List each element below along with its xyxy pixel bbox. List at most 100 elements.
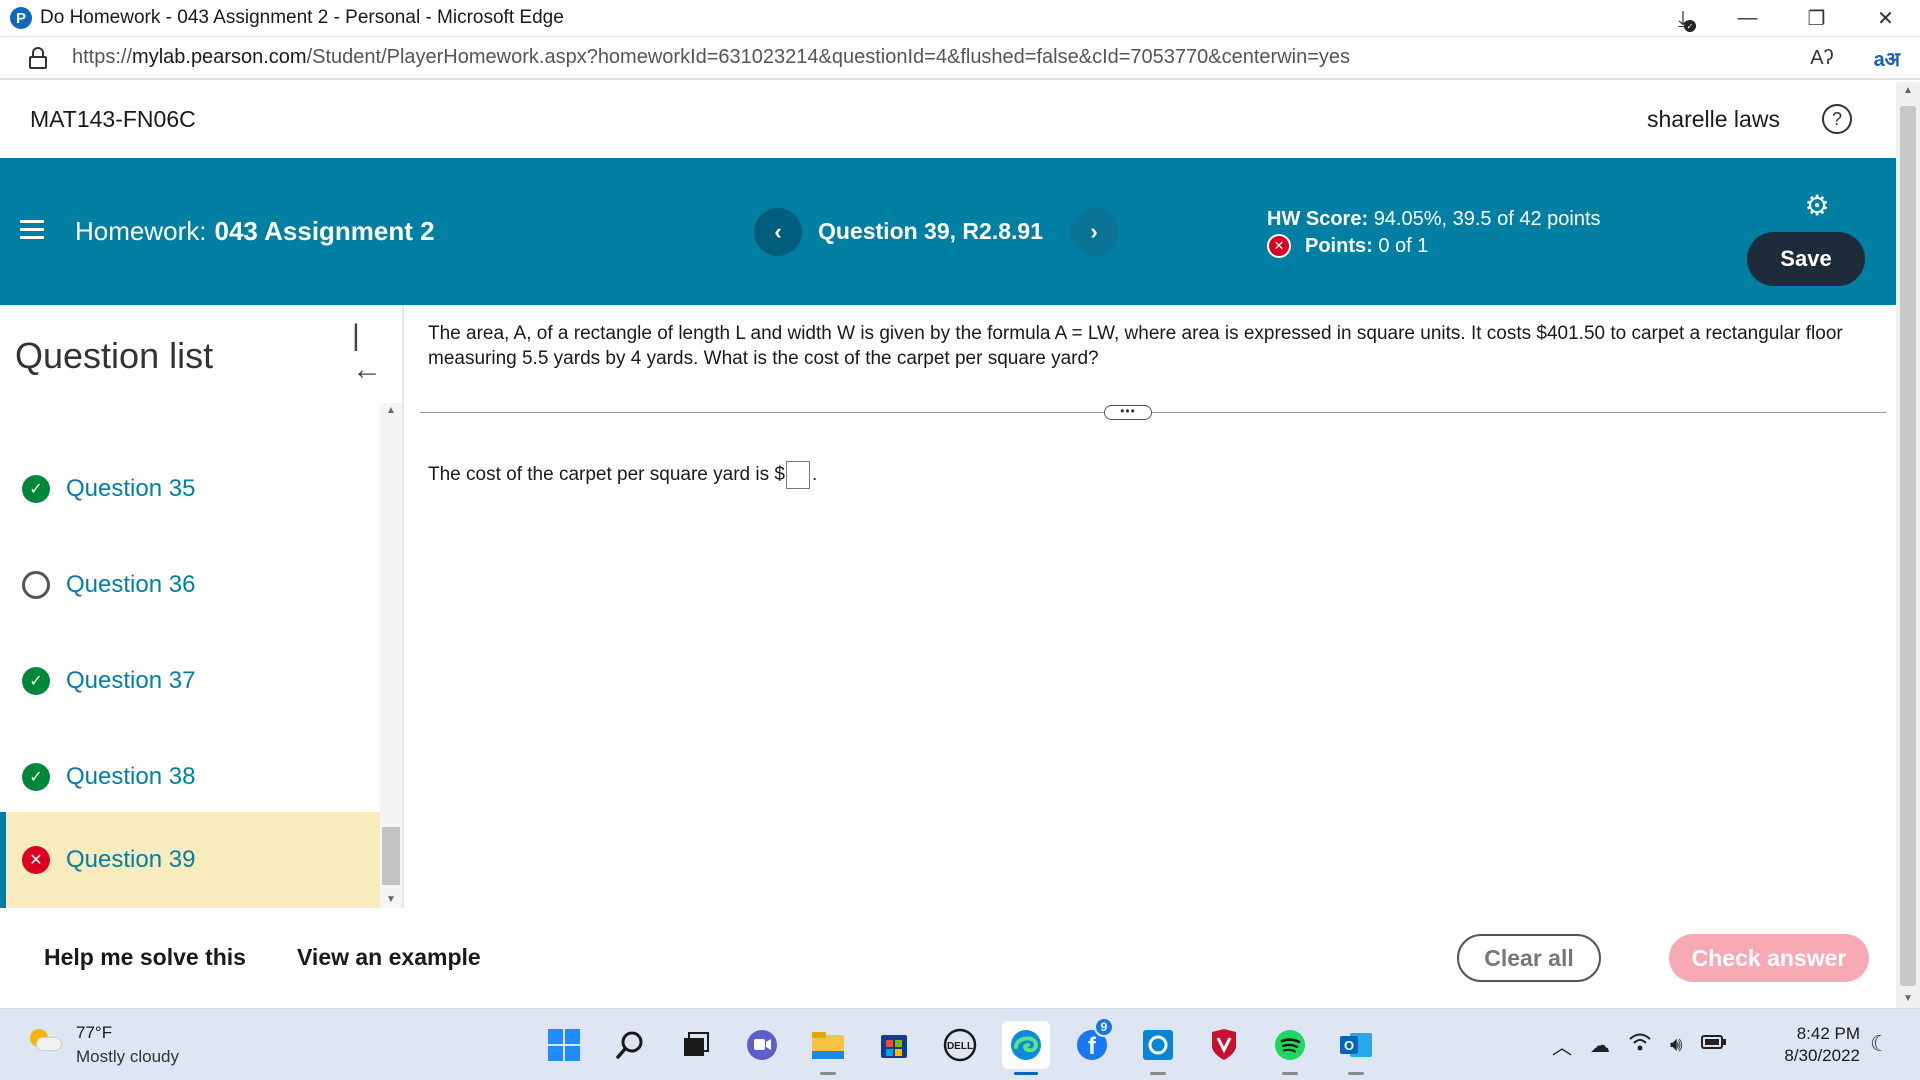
partly-cloudy-icon[interactable]: [28, 1027, 64, 1057]
question-list-item[interactable]: ✓ Question 35: [0, 441, 380, 537]
question-list-scrollbar[interactable]: ▲ ▼: [380, 403, 402, 908]
battery-plug-icon[interactable]: [1700, 1033, 1727, 1057]
save-button[interactable]: Save: [1747, 232, 1865, 286]
question-list-panel: Question list |← ✓ Question 35 Question …: [0, 305, 404, 908]
search-icon[interactable]: [606, 1021, 654, 1069]
incorrect-x-icon: ✕: [22, 846, 50, 874]
course-header: MAT143-FN06C sharelle laws ?: [0, 82, 1896, 158]
browser-titlebar: P Do Homework - 043 Assignment 2 - Perso…: [0, 0, 1920, 36]
window-title: Do Homework - 043 Assignment 2 - Persona…: [40, 7, 564, 28]
weather-temperature[interactable]: 77°F: [76, 1023, 112, 1043]
system-tray: ︿ ☁ 🔊︎: [1552, 1029, 1727, 1061]
mcafee-shield-icon[interactable]: [1200, 1021, 1248, 1069]
onedrive-cloud-icon[interactable]: ☁: [1590, 1033, 1610, 1058]
microsoft-store-icon[interactable]: [870, 1021, 918, 1069]
answer-line: The cost of the carpet per square yard i…: [428, 461, 817, 489]
question-list-item-label: Question 39: [66, 846, 196, 873]
course-code: MAT143-FN06C: [30, 106, 196, 132]
taskbar-apps: DELL f 9 O: [540, 1017, 1380, 1075]
question-list-item-label: Question 38: [66, 763, 196, 790]
answer-input[interactable]: [785, 461, 810, 489]
gear-icon[interactable]: ⚙: [1803, 192, 1831, 220]
svg-text:O: O: [1344, 1038, 1354, 1053]
question-list-item-label: Question 37: [66, 667, 196, 694]
svg-text:DELL: DELL: [947, 1041, 973, 1052]
question-divider: [420, 412, 1886, 413]
collapse-panel-icon[interactable]: |←: [352, 319, 388, 386]
action-bar: Help me solve this View an example Clear…: [0, 908, 1896, 1008]
question-area: The area, A, of a rectangle of length L …: [406, 305, 1896, 908]
next-question-button[interactable]: ›: [1070, 208, 1118, 256]
volume-icon[interactable]: 🔊︎: [1670, 1034, 1683, 1057]
clock-time: 8:42 PM: [1796, 1024, 1860, 1043]
svg-text:f: f: [1088, 1033, 1097, 1060]
scroll-down-arrow-icon[interactable]: ▼: [380, 892, 402, 908]
url-field[interactable]: https://mylab.pearson.com/Student/Player…: [72, 46, 1350, 69]
lock-icon[interactable]: [28, 46, 48, 69]
hw-score: HW Score: 94.05%, 39.5 of 42 points: [1267, 208, 1601, 230]
address-bar: https://mylab.pearson.com/Student/Player…: [0, 36, 1920, 80]
check-answer-button[interactable]: Check answer: [1669, 934, 1869, 982]
dell-icon[interactable]: DELL: [936, 1021, 984, 1069]
help-icon[interactable]: ?: [1822, 104, 1852, 134]
question-list-item-label: Question 35: [66, 475, 196, 502]
correct-check-icon: ✓: [22, 763, 50, 791]
question-list-item[interactable]: Question 36: [0, 537, 380, 633]
question-stem: The area, A, of a rectangle of length L …: [428, 323, 1843, 369]
address-bar-actions: Aʔ aअ: [1810, 37, 1900, 79]
clear-all-button[interactable]: Clear all: [1457, 934, 1601, 982]
notification-badge: 9: [1094, 1017, 1114, 1037]
page-scrollbar[interactable]: ▲ ▼: [1896, 82, 1920, 1008]
correct-check-icon: ✓: [22, 667, 50, 695]
file-explorer-icon[interactable]: [804, 1021, 852, 1075]
cortana-icon[interactable]: [1134, 1021, 1182, 1075]
spotify-icon[interactable]: [1266, 1021, 1314, 1075]
question-list-item[interactable]: ✓ Question 37: [0, 633, 380, 729]
wifi-icon[interactable]: [1628, 1032, 1652, 1058]
scroll-up-arrow-icon[interactable]: ▲: [1896, 82, 1920, 100]
weather-condition[interactable]: Mostly cloudy: [76, 1047, 179, 1067]
pearson-favicon-icon: P: [10, 7, 32, 29]
close-window-button[interactable]: ✕: [1851, 0, 1920, 36]
facebook-icon[interactable]: f 9: [1068, 1017, 1116, 1069]
question-list-scrollbar-thumb[interactable]: [382, 827, 400, 885]
question-list-title: Question list: [15, 335, 214, 376]
question-list-item-label: Question 36: [66, 571, 196, 598]
read-aloud-icon[interactable]: Aʔ: [1810, 47, 1833, 70]
user-name[interactable]: sharelle laws: [1647, 106, 1780, 133]
start-windows-icon[interactable]: [540, 1021, 588, 1069]
taskbar-clock[interactable]: 8:42 PM 8/30/2022: [1760, 1023, 1860, 1067]
scroll-down-arrow-icon[interactable]: ▼: [1896, 990, 1920, 1008]
unanswered-circle-icon: [22, 571, 50, 599]
incorrect-icon: ✕: [1267, 234, 1291, 258]
expand-handle-icon[interactable]: •••: [1104, 405, 1152, 420]
chevron-up-icon[interactable]: ︿: [1552, 1031, 1572, 1060]
help-me-solve-button[interactable]: Help me solve this: [44, 944, 246, 971]
page-scrollbar-thumb[interactable]: [1900, 106, 1916, 986]
scroll-up-arrow-icon[interactable]: ▲: [380, 403, 402, 419]
screen: P Do Homework - 043 Assignment 2 - Perso…: [0, 0, 1920, 1080]
question-list-item-active[interactable]: ✕ Question 39: [0, 812, 380, 908]
restore-button[interactable]: ❐: [1782, 0, 1851, 36]
translate-icon[interactable]: aअ: [1874, 45, 1900, 72]
previous-question-button[interactable]: ‹: [754, 208, 802, 256]
question-list-item[interactable]: ✓ Question 38: [0, 729, 380, 825]
homework-bar: Homework: 043 Assignment 2 ‹ Question 39,…: [0, 158, 1896, 305]
teams-chat-icon[interactable]: [738, 1021, 786, 1069]
clock-date: 8/30/2022: [1784, 1046, 1860, 1065]
answer-suffix: .: [811, 464, 818, 485]
focus-assist-moon-icon[interactable]: ☾: [1870, 1031, 1890, 1057]
hamburger-menu-icon[interactable]: [20, 220, 44, 240]
minimize-button[interactable]: —: [1713, 0, 1782, 36]
edge-browser-icon[interactable]: [1002, 1021, 1050, 1075]
view-example-button[interactable]: View an example: [297, 944, 481, 971]
downloads-icon[interactable]: ⤓ ✓: [1668, 4, 1698, 34]
answer-prefix: The cost of the carpet per square yard i…: [428, 464, 785, 485]
taskbar: 77°F Mostly cloudy DELL f 9 O ︿ ☁ 🔊︎ 8:4…: [0, 1008, 1920, 1080]
question-points: ✕ Points: 0 of 1: [1267, 234, 1428, 258]
correct-check-icon: ✓: [22, 475, 50, 503]
task-view-icon[interactable]: [672, 1021, 720, 1069]
outlook-icon[interactable]: O: [1332, 1021, 1380, 1075]
homework-title: Homework: 043 Assignment 2: [75, 216, 435, 246]
window-controls: — ❐ ✕: [1713, 0, 1920, 36]
